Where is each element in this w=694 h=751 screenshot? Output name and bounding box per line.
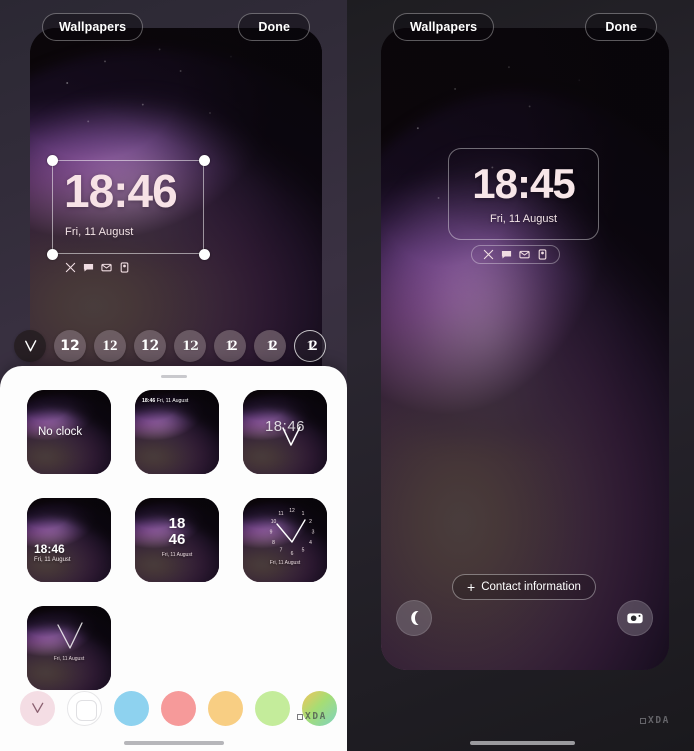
app-icon <box>120 262 129 273</box>
thumb-date: Fri, 11 August <box>269 560 301 566</box>
svg-text:11: 11 <box>278 511 283 517</box>
clock-style-no-clock[interactable]: No clock <box>27 390 111 474</box>
swatch-salmon[interactable] <box>161 690 196 726</box>
clock-style-top-small[interactable]: 18:46 Fri, 11 August <box>135 390 219 474</box>
done-button[interactable]: Done <box>238 13 310 41</box>
thumb-time-stack: 18 46 <box>135 516 219 547</box>
resize-handle-top-right[interactable] <box>198 154 210 166</box>
svg-text:2: 2 <box>309 519 312 525</box>
clock-style-minimal-hands[interactable]: Fri, 11 August <box>27 606 111 690</box>
clock-time: 18:46 <box>64 165 178 217</box>
watermark-xda-left: XDA <box>297 711 327 722</box>
svg-text:7: 7 <box>280 548 283 554</box>
svg-text:1: 1 <box>302 511 305 517</box>
clock-style-left-aligned[interactable]: 18:46 Fri, 11 August <box>27 498 111 582</box>
contact-information-button[interactable]: + Contact information <box>452 574 596 600</box>
font-option-ring[interactable]: 12 <box>294 330 326 362</box>
swatch-green[interactable] <box>255 690 290 726</box>
analog-dial-icon: 12 12 345 678 91011 <box>270 508 315 557</box>
phone-icon <box>411 610 419 626</box>
thumb-date: Fri, 11 August <box>53 656 85 662</box>
app-icon <box>538 249 547 260</box>
right-topbar: Wallpapers Done <box>381 13 669 41</box>
contacts-icon <box>483 249 494 260</box>
font-option-analog[interactable] <box>14 330 46 362</box>
resize-handle-bottom-right[interactable] <box>198 248 210 260</box>
svg-text:3: 3 <box>312 530 315 536</box>
wallpapers-button[interactable]: Wallpapers <box>42 13 144 41</box>
watermark-xda-right: XDA <box>640 715 670 726</box>
thumb-date: Fri, 11 August <box>161 552 193 558</box>
font-option-overlap[interactable]: 12 <box>254 330 286 362</box>
screenshot-root: Wallpapers Done 18:46 Fri, 11 August 12 … <box>0 0 694 751</box>
svg-text:10: 10 <box>271 519 277 525</box>
wallpapers-button[interactable]: Wallpapers <box>393 13 495 41</box>
clock-style-grid: No clock 18:46 Fri, 11 August 18:46 18:4… <box>27 390 327 690</box>
notification-icons-left <box>65 262 130 273</box>
thumb-date: Fri, 11 August <box>34 557 71 563</box>
mail-icon <box>519 250 530 259</box>
thumb-top-row: 18:46 Fri, 11 August <box>142 398 188 404</box>
clock-font-selector: 12 12 12 12 12 12 12 <box>0 327 347 365</box>
xda-mark-icon <box>640 717 646 724</box>
left-panel-clock-editor: Wallpapers Done 18:46 Fri, 11 August 12 … <box>0 0 347 751</box>
plus-icon: + <box>467 579 476 595</box>
clock-date: Fri, 11 August <box>65 226 134 238</box>
clock-colour-swatches <box>20 688 347 728</box>
swatch-white[interactable] <box>67 690 102 726</box>
clock-time: 18:45 <box>472 160 575 207</box>
resize-handle-top-left[interactable] <box>46 154 58 166</box>
thumb-time: 18:46 <box>34 542 65 556</box>
shortcut-camera[interactable] <box>617 600 653 636</box>
check-icon <box>20 691 55 726</box>
home-indicator-right[interactable] <box>470 741 575 745</box>
minimal-hands-icon <box>57 622 83 649</box>
message-icon <box>83 264 94 272</box>
xda-mark-icon <box>297 713 303 720</box>
thumb-time: 18:46 <box>142 398 156 404</box>
svg-text:9: 9 <box>270 530 273 536</box>
svg-text:12: 12 <box>289 508 295 514</box>
left-topbar: Wallpapers Done <box>30 13 322 41</box>
svg-text:4: 4 <box>309 540 312 546</box>
home-indicator-left[interactable] <box>124 741 224 745</box>
svg-text:5: 5 <box>302 548 305 554</box>
thumb-label: No clock <box>38 426 83 438</box>
camera-icon <box>627 613 643 624</box>
notification-icons-right[interactable] <box>471 245 560 264</box>
resize-handle-bottom-left[interactable] <box>46 248 58 260</box>
sheet-grabber[interactable] <box>160 375 187 378</box>
clock-date: Fri, 11 August <box>489 213 558 225</box>
clock-style-analog-dial[interactable]: 12 1 2 345 678 9 10 11 Fri, 11 August <box>243 498 327 582</box>
svg-text:8: 8 <box>272 540 275 546</box>
contact-information-label: Contact information <box>481 581 581 593</box>
font-option-decorative[interactable]: 12 <box>214 330 246 362</box>
thumb-date: Fri, 11 August <box>156 398 189 404</box>
font-option-outline[interactable]: 12 <box>174 330 206 362</box>
mail-icon <box>101 263 112 272</box>
swatch-blue[interactable] <box>114 690 149 726</box>
clock-widget-selected[interactable]: 18:46 Fri, 11 August <box>46 154 210 260</box>
contacts-icon <box>65 262 76 273</box>
font-option-sans-bold[interactable]: 12 <box>54 330 86 362</box>
done-button[interactable]: Done <box>585 13 657 41</box>
font-option-serif-bold[interactable]: 12 <box>94 330 126 362</box>
thumb-time-minutes: 46 <box>168 530 186 548</box>
analog-hands-icon <box>24 339 36 351</box>
font-option-condensed[interactable]: 12 <box>134 330 166 362</box>
clock-widget-boxed[interactable]: 18:45 Fri, 11 August <box>448 148 599 240</box>
thumb-time-hours: 18 <box>168 515 186 532</box>
analog-hands-icon <box>282 426 301 446</box>
svg-text:6: 6 <box>291 551 294 557</box>
swatch-amber[interactable] <box>208 690 243 726</box>
shortcut-phone[interactable] <box>396 600 432 636</box>
swatch-pink[interactable] <box>20 690 55 726</box>
message-icon <box>501 251 512 259</box>
clock-style-stacked[interactable]: 18 46 Fri, 11 August <box>135 498 219 582</box>
clock-style-center-thin[interactable]: 18:46 <box>243 390 327 474</box>
